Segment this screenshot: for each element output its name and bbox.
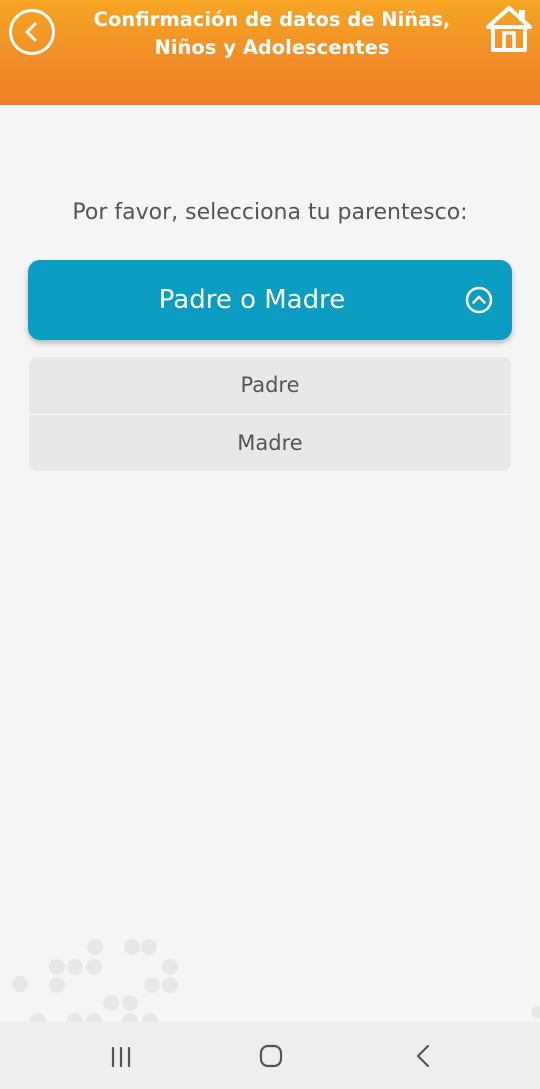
page-title: Confirmación de datos de Niñas, Niños y … — [93, 8, 451, 59]
recent-apps-icon[interactable] — [106, 1042, 136, 1070]
option-padre[interactable]: Padre — [29, 357, 511, 414]
chevron-up-circle-icon — [465, 286, 493, 314]
select-value: Padre o Madre — [158, 285, 346, 315]
home-button[interactable] — [484, 5, 534, 53]
back-button[interactable] — [9, 9, 55, 55]
back-icon[interactable] — [408, 1042, 438, 1070]
option-madre[interactable]: Madre — [29, 414, 511, 471]
relationship-select[interactable]: Padre o Madre — [28, 260, 512, 340]
home-icon — [486, 6, 532, 52]
decorative-dots — [12, 939, 540, 1029]
relationship-options: Padre Madre — [29, 357, 511, 471]
system-navbar — [0, 1022, 540, 1089]
chevron-left-icon — [25, 22, 37, 42]
relationship-prompt: Por favor, selecciona tu parentesco: — [72, 200, 468, 225]
app-header: Confirmación de datos de Niñas, Niños y … — [0, 0, 540, 105]
home-circle-icon[interactable] — [256, 1042, 286, 1070]
